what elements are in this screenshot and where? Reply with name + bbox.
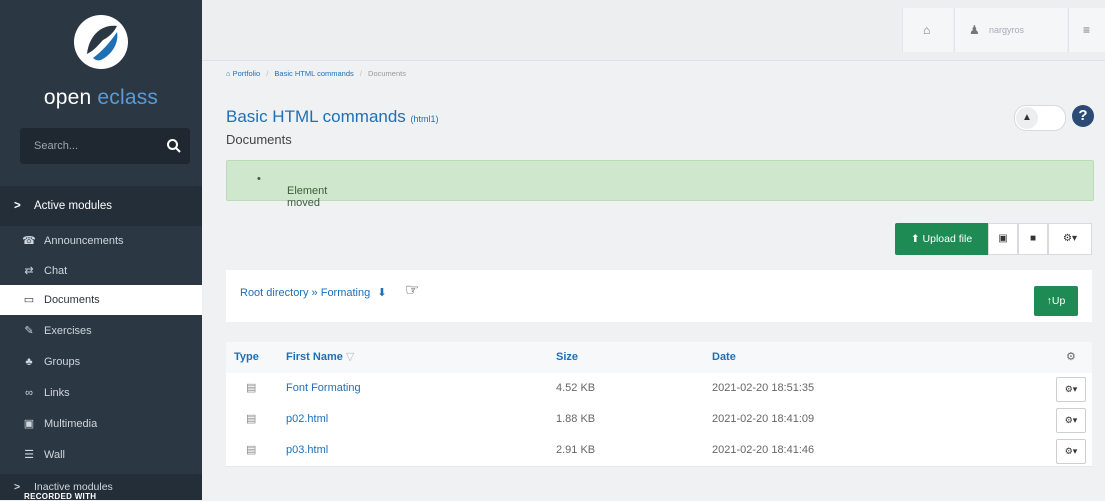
table-row: ▤ Font Formating 4.52 KB 2021-02-20 18:5…: [226, 373, 1092, 405]
file-name-link[interactable]: p02.html: [286, 404, 328, 435]
file-name-link[interactable]: p03.html: [286, 435, 328, 466]
user-name: nargyros: [989, 25, 1025, 35]
page-subtitle: Documents: [226, 132, 292, 147]
file-size: 4.52 KB: [556, 382, 596, 394]
user-icon: ♟: [969, 23, 980, 37]
breadcrumb-current: Documents: [368, 69, 406, 78]
root-directory-link[interactable]: Root directory: [240, 287, 308, 299]
download-icon[interactable]: ⬇: [377, 287, 386, 299]
file-name-link[interactable]: Font Formating: [286, 373, 361, 404]
folder-icon: ■: [1029, 233, 1037, 244]
file-icon: ▤: [246, 413, 257, 425]
file-date: 2021-02-20 18:41:46: [712, 444, 815, 456]
file-size: 2.91 KB: [556, 444, 596, 456]
film-icon: ▣: [23, 418, 35, 430]
up-button[interactable]: ↑Up: [1034, 286, 1078, 316]
edit-icon: ✎: [24, 325, 34, 337]
breadcrumb-portfolio[interactable]: Portfolio: [233, 69, 261, 78]
eclass-logo-icon: [74, 15, 128, 69]
upload-file-button[interactable]: ⬆ Upload file: [895, 223, 988, 255]
gears-icon: ⚙▾: [1063, 233, 1077, 244]
user-menu-button[interactable]: ♟ nargyros: [954, 8, 1067, 52]
sidebar-search: [20, 128, 190, 164]
logo-text: open eclass: [43, 86, 159, 109]
row-actions-button[interactable]: ⚙▾: [1056, 439, 1086, 464]
header-name[interactable]: First Name ▽: [286, 342, 354, 373]
sidebar-item-chat[interactable]: ⇄ Chat: [0, 256, 202, 286]
file-icon: ▣: [998, 233, 1008, 244]
sliders-icon: ≡: [1083, 23, 1091, 37]
header-type: Type: [234, 351, 259, 363]
success-alert: • Element moved: [226, 160, 1094, 209]
table-row: ▤ p02.html 1.88 KB 2021-02-20 18:41:09 ⚙…: [226, 404, 1092, 436]
sidebar-item-announcements[interactable]: ☎ Announcements: [0, 226, 202, 256]
sidebar: open eclass >Active modules ☎Announcemen…: [0, 0, 202, 501]
top-bar: ⌂ ♟ nargyros ≡: [202, 0, 1105, 61]
table-row: ▤ p03.html 2.91 KB 2021-02-20 18:41:46 ⚙…: [226, 435, 1092, 467]
search-icon[interactable]: [166, 138, 182, 154]
directory-panel: Root directory » Formating ⬇: [226, 270, 1092, 322]
directory-path: Root directory » Formating ⬇: [240, 287, 387, 299]
folder-open-icon: ▭: [23, 294, 35, 306]
list-icon: ☰: [24, 449, 34, 461]
users-icon: ♣: [25, 356, 33, 368]
home-icon: ⌂: [226, 69, 231, 78]
active-modules-toggle[interactable]: > Active modules: [0, 186, 202, 226]
page-title: Basic HTML commands (html1): [226, 107, 439, 126]
hand-cursor-icon: ☞: [405, 282, 420, 299]
new-folder-button[interactable]: ■: [1018, 223, 1048, 255]
search-input[interactable]: [20, 128, 188, 164]
upload-icon: ⬆: [910, 233, 920, 245]
sidebar-item-exercises[interactable]: ✎ Exercises: [0, 316, 202, 346]
alert-message: • Element moved: [257, 173, 328, 209]
megaphone-icon: ☎: [22, 235, 36, 247]
settings-button[interactable]: ≡: [1068, 8, 1105, 52]
sidebar-item-documents[interactable]: ▭ Documents: [0, 285, 202, 315]
row-actions-button[interactable]: ⚙▾: [1056, 408, 1086, 433]
file-date: 2021-02-20 18:51:35: [712, 382, 815, 394]
file-size: 1.88 KB: [556, 413, 596, 425]
link-icon: ∞: [25, 387, 33, 399]
course-code: (html1): [410, 114, 439, 124]
current-folder-link[interactable]: Formating: [321, 287, 371, 299]
header-size: Size: [556, 351, 579, 363]
graduation-cap-icon: ▲: [1016, 107, 1038, 129]
file-icon: ▤: [246, 382, 257, 394]
sidebar-item-wall[interactable]: ☰ Wall: [0, 440, 202, 470]
exchange-icon: ⇄: [24, 265, 34, 277]
gears-icon: ⚙: [1066, 351, 1076, 363]
new-document-button[interactable]: ▣: [988, 223, 1018, 255]
breadcrumb-course[interactable]: Basic HTML commands: [274, 69, 353, 78]
header-date: Date: [712, 351, 736, 363]
sidebar-item-groups[interactable]: ♣ Groups: [0, 347, 202, 377]
sidebar-item-multimedia[interactable]: ▣ Multimedia: [0, 409, 202, 439]
chevron-right-icon: >: [14, 481, 21, 493]
sort-icon: ▽: [345, 351, 355, 363]
home-button[interactable]: ⌂: [902, 8, 953, 52]
sidebar-item-links[interactable]: ∞ Links: [0, 378, 202, 408]
logo[interactable]: open eclass: [0, 0, 202, 120]
breadcrumb: ⌂ Portfolio / Basic HTML commands / Docu…: [226, 69, 406, 78]
file-icon: ▤: [246, 444, 257, 456]
chevron-right-icon: >: [14, 200, 21, 212]
row-actions-button[interactable]: ⚙▾: [1056, 377, 1086, 402]
home-icon: ⌂: [923, 23, 931, 37]
options-dropdown-button[interactable]: ⚙▾: [1048, 223, 1092, 255]
student-view-toggle[interactable]: ▲: [1014, 105, 1066, 131]
table-header-row: Type First Name ▽ Size Date ⚙: [226, 342, 1092, 374]
help-icon[interactable]: ?: [1072, 105, 1094, 127]
file-date: 2021-02-20 18:41:09: [712, 413, 815, 425]
